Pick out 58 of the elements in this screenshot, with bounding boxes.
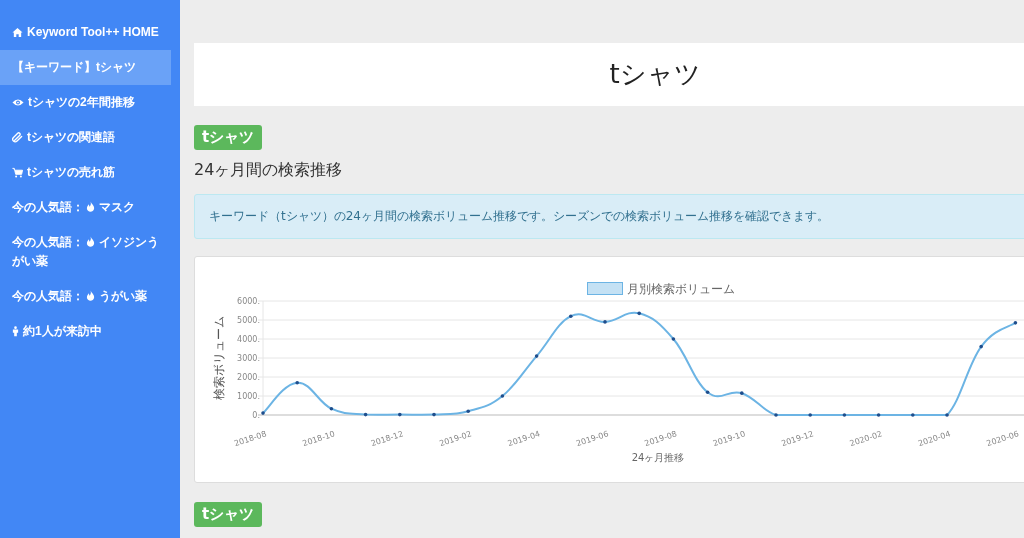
data-point	[705, 390, 710, 394]
data-point	[569, 314, 573, 318]
sidebar-item[interactable]: 約1人が来訪中	[0, 314, 171, 349]
y-tick-label: 1000.	[237, 392, 260, 401]
info-alert: キーワード（tシャツ）の24ヶ月間の検索ボリューム推移です。シーズンでの検索ボリューム推移を確認できます。	[194, 194, 1024, 239]
data-point	[1013, 321, 1018, 325]
keyword-tag: tシャツ	[194, 502, 263, 527]
sidebar-item-label: 今の人気語： マスク	[12, 199, 135, 216]
data-point	[329, 406, 334, 411]
person-icon	[12, 326, 19, 337]
data-point	[842, 413, 847, 417]
flame-icon	[86, 201, 95, 212]
sidebar-item[interactable]: tシャツの関連語	[0, 120, 171, 155]
sidebar-item[interactable]: 今の人気語： うがい薬	[0, 279, 171, 314]
data-point	[671, 337, 676, 341]
y-tick-label: 6000.	[237, 297, 260, 306]
paperclip-icon	[12, 132, 23, 143]
page-title: tシャツ	[609, 58, 701, 91]
data-point	[876, 413, 881, 417]
data-point	[398, 412, 402, 417]
data-point	[911, 413, 915, 417]
data-point	[261, 411, 265, 415]
data-point	[295, 380, 299, 385]
data-point	[363, 412, 368, 417]
data-point	[534, 354, 539, 358]
sidebar-item[interactable]: tシャツの売れ筋	[0, 155, 171, 190]
sidebar-item[interactable]: 今の人気語： イソジンうがい薬	[0, 225, 171, 279]
y-tick-label: 4000.	[237, 335, 260, 344]
eye-icon	[12, 97, 24, 108]
flame-icon	[86, 236, 95, 247]
data-point	[603, 320, 607, 324]
data-point	[774, 413, 778, 417]
x-axis-title: 24ヶ月推移	[631, 452, 685, 463]
data-point	[637, 311, 641, 316]
sidebar-item-label: 今の人気語： イソジンうがい薬	[12, 234, 160, 270]
data-point	[740, 391, 744, 395]
sidebar-item[interactable]: tシャツの2年間推移	[0, 85, 171, 120]
y-axis-title: 検索ボリューム	[212, 316, 226, 400]
data-point	[500, 394, 505, 398]
y-tick-label: 3000.	[237, 354, 260, 363]
data-point	[432, 412, 436, 417]
sidebar-item-label: 今の人気語： うがい薬	[12, 288, 147, 305]
sidebar-item[interactable]: 【キーワード】tシャツ	[0, 50, 171, 85]
data-point	[466, 409, 470, 413]
home-icon	[12, 27, 23, 38]
flame-icon	[86, 290, 95, 301]
y-tick-label: 5000.	[237, 316, 260, 325]
section-heading: 24ヶ月間の検索推移	[194, 160, 344, 181]
sidebar-item[interactable]: Keyword Tool++ HOME	[0, 15, 171, 50]
data-point	[979, 344, 983, 349]
legend-label: 月別検索ボリューム	[627, 282, 735, 296]
keyword-tag: tシャツ	[194, 125, 263, 150]
sidebar-item[interactable]: 今の人気語： マスク	[0, 190, 171, 225]
y-tick-label: 0.	[252, 411, 260, 420]
cart-icon	[12, 167, 23, 178]
data-point	[945, 413, 949, 417]
y-tick-label: 2000.	[237, 373, 260, 382]
data-point	[808, 413, 812, 417]
